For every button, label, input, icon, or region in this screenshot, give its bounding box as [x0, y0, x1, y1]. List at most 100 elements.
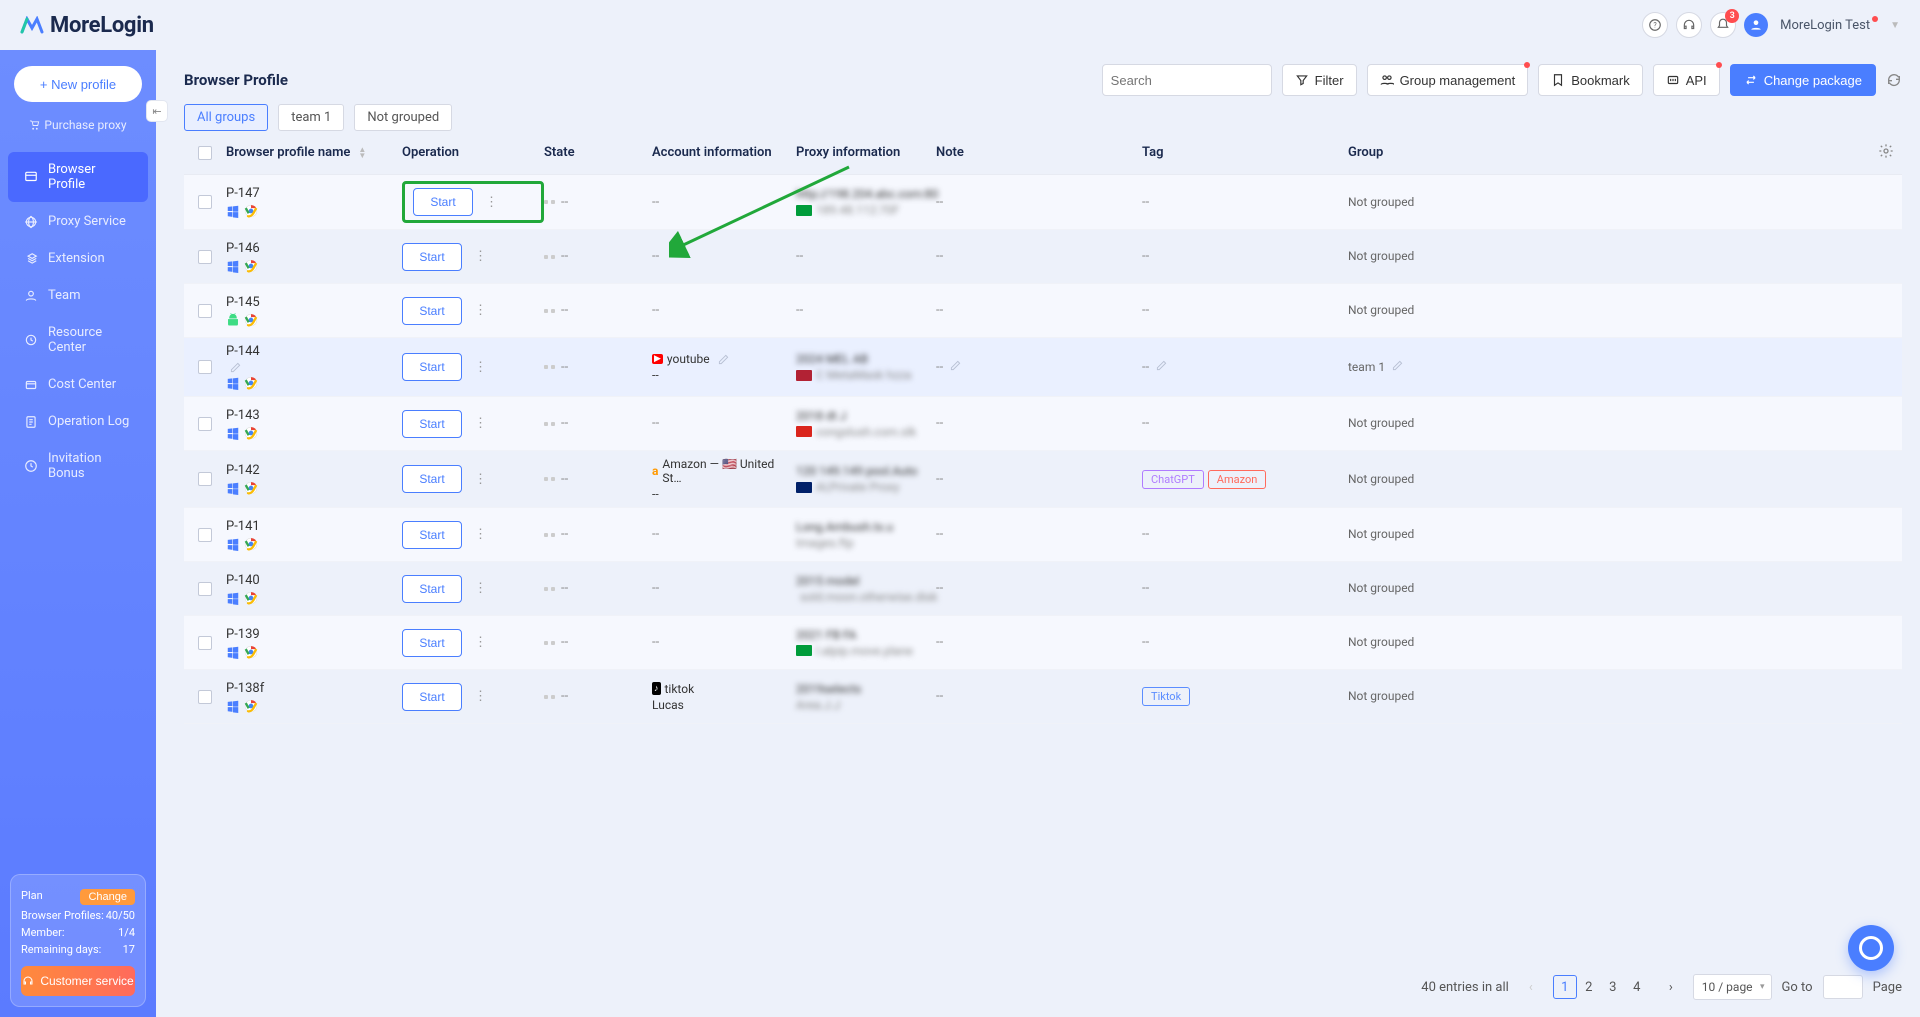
- more-icon[interactable]: ⋮: [468, 689, 493, 704]
- table-row[interactable]: P-138f Start⋮ -- ♪ tiktokLucas 2019selec…: [184, 670, 1902, 724]
- tag-cell: --: [1142, 635, 1348, 650]
- help-icon[interactable]: ?: [1642, 12, 1668, 38]
- customer-service-button[interactable]: Customer service: [21, 966, 135, 996]
- row-checkbox[interactable]: [198, 472, 212, 486]
- table-row[interactable]: P-144 Start⋮ -- ▶ youtube-- 2024 MEL ABC…: [184, 338, 1902, 397]
- row-checkbox[interactable]: [198, 582, 212, 596]
- more-icon[interactable]: ⋮: [468, 527, 493, 542]
- group-tab-team-1[interactable]: team 1: [278, 104, 344, 131]
- row-checkbox[interactable]: [198, 360, 212, 374]
- more-icon[interactable]: ⋮: [468, 249, 493, 264]
- per-page-select[interactable]: 10 / page: [1693, 974, 1772, 1000]
- start-button[interactable]: Start: [402, 629, 462, 657]
- edit-icon[interactable]: [950, 360, 961, 371]
- table-row[interactable]: P-142 Start⋮ -- a Amazon — 🇺🇸 United St……: [184, 451, 1902, 508]
- change-plan-button[interactable]: Change: [80, 889, 135, 905]
- select-all-checkbox[interactable]: [198, 146, 212, 160]
- gear-icon[interactable]: [1878, 143, 1894, 159]
- sidebar-collapse-toggle[interactable]: ⇤: [146, 100, 168, 122]
- table-row[interactable]: P-139 Start⋮ -- -- 2021 FB FAl.alpip.mov…: [184, 616, 1902, 670]
- user-name[interactable]: MoreLogin Test: [1780, 18, 1870, 33]
- start-button[interactable]: Start: [402, 297, 462, 325]
- bell-icon[interactable]: 3: [1710, 12, 1736, 38]
- edit-icon[interactable]: [1156, 360, 1167, 371]
- row-checkbox[interactable]: [198, 304, 212, 318]
- refresh-icon[interactable]: [1886, 72, 1902, 88]
- page-number[interactable]: 3: [1601, 975, 1625, 999]
- table-row[interactable]: P-143 Start⋮ -- -- 2018 dt Jcongslush.co…: [184, 397, 1902, 451]
- profile-name: P-145: [226, 295, 260, 310]
- more-icon[interactable]: ⋮: [468, 303, 493, 318]
- more-icon[interactable]: ⋮: [468, 581, 493, 596]
- row-checkbox[interactable]: [198, 417, 212, 431]
- more-icon[interactable]: ⋮: [479, 195, 504, 210]
- app-logo[interactable]: MoreLogin: [20, 13, 154, 38]
- group-tab-not-grouped[interactable]: Not grouped: [354, 104, 452, 131]
- total-entries: 40 entries in all: [1421, 980, 1509, 995]
- chat-fab[interactable]: [1848, 925, 1894, 971]
- sidebar-item-extension[interactable]: Extension: [8, 241, 148, 276]
- windows-icon: [226, 645, 240, 659]
- start-button[interactable]: Start: [402, 465, 462, 493]
- bookmark-button[interactable]: Bookmark: [1538, 64, 1643, 96]
- more-icon[interactable]: ⋮: [468, 416, 493, 431]
- start-button[interactable]: Start: [402, 521, 462, 549]
- sidebar-item-operation-log[interactable]: Operation Log: [8, 404, 148, 439]
- page-number[interactable]: 1: [1553, 975, 1577, 999]
- nav-icon: [24, 215, 38, 229]
- start-button[interactable]: Start: [402, 683, 462, 711]
- search-input[interactable]: [1111, 73, 1287, 88]
- more-icon[interactable]: ⋮: [468, 635, 493, 650]
- sidebar-item-team[interactable]: Team: [8, 278, 148, 313]
- start-button[interactable]: Start: [402, 353, 462, 381]
- more-icon[interactable]: ⋮: [468, 472, 493, 487]
- search-input-wrap[interactable]: [1102, 64, 1272, 96]
- new-profile-button[interactable]: + New profile: [14, 66, 142, 102]
- sort-icon[interactable]: ▲▼: [358, 147, 366, 159]
- change-package-button[interactable]: Change package: [1730, 64, 1876, 96]
- api-button[interactable]: API: [1653, 64, 1720, 96]
- more-icon[interactable]: ⋮: [468, 360, 493, 375]
- proxy-cell: Long.Ambush.tx.uImages.ftp: [796, 520, 936, 550]
- group-management-button[interactable]: Group management: [1367, 64, 1529, 96]
- sidebar-item-proxy-service[interactable]: Proxy Service: [8, 204, 148, 239]
- row-checkbox[interactable]: [198, 528, 212, 542]
- table-row[interactable]: P-146 Start⋮ -- -- -- -- -- Not grouped: [184, 230, 1902, 284]
- sidebar-item-invitation-bonus[interactable]: Invitation Bonus: [8, 441, 148, 491]
- avatar[interactable]: [1744, 13, 1768, 37]
- page-prev[interactable]: ‹: [1519, 975, 1543, 999]
- start-button[interactable]: Start: [402, 410, 462, 438]
- sidebar-item-cost-center[interactable]: Cost Center: [8, 367, 148, 402]
- filter-button[interactable]: Filter: [1282, 64, 1357, 96]
- group-cell: Not grouped: [1348, 472, 1414, 486]
- edit-icon[interactable]: [230, 362, 241, 373]
- goto-page-input[interactable]: [1823, 975, 1863, 999]
- start-button[interactable]: Start: [413, 188, 473, 216]
- start-button[interactable]: Start: [402, 575, 462, 603]
- page-number[interactable]: 2: [1577, 975, 1601, 999]
- start-button[interactable]: Start: [402, 243, 462, 271]
- page-next[interactable]: ›: [1659, 975, 1683, 999]
- sidebar-item-browser-profile[interactable]: Browser Profile: [8, 152, 148, 202]
- row-checkbox[interactable]: [198, 690, 212, 704]
- table-row[interactable]: P-145 Start⋮ -- -- -- -- -- Not grouped: [184, 284, 1902, 338]
- table-row[interactable]: P-147 Start⋮ -- -- http://198.204.abc.co…: [184, 175, 1902, 230]
- proxy-cell: --: [796, 249, 936, 264]
- row-checkbox[interactable]: [198, 636, 212, 650]
- state-dots-icon: [544, 200, 555, 204]
- page-number[interactable]: 4: [1625, 975, 1649, 999]
- row-checkbox[interactable]: [198, 195, 212, 209]
- tag-cell: --: [1142, 581, 1348, 596]
- profile-name: P-147: [226, 186, 260, 201]
- table-row[interactable]: P-141 Start⋮ -- -- Long.Ambush.tx.uImage…: [184, 508, 1902, 562]
- table-row[interactable]: P-140 Start⋮ -- -- 2015 modelsold.moon.o…: [184, 562, 1902, 616]
- purchase-proxy-link[interactable]: Purchase proxy: [0, 118, 156, 132]
- sidebar-item-resource-center[interactable]: Resource Center: [8, 315, 148, 365]
- group-tab-all-groups[interactable]: All groups: [184, 104, 268, 131]
- edit-icon[interactable]: [718, 354, 729, 365]
- edit-icon[interactable]: [1392, 360, 1403, 371]
- row-checkbox[interactable]: [198, 250, 212, 264]
- windows-icon: [226, 426, 240, 440]
- windows-icon: [226, 481, 240, 495]
- headset-icon[interactable]: [1676, 12, 1702, 38]
